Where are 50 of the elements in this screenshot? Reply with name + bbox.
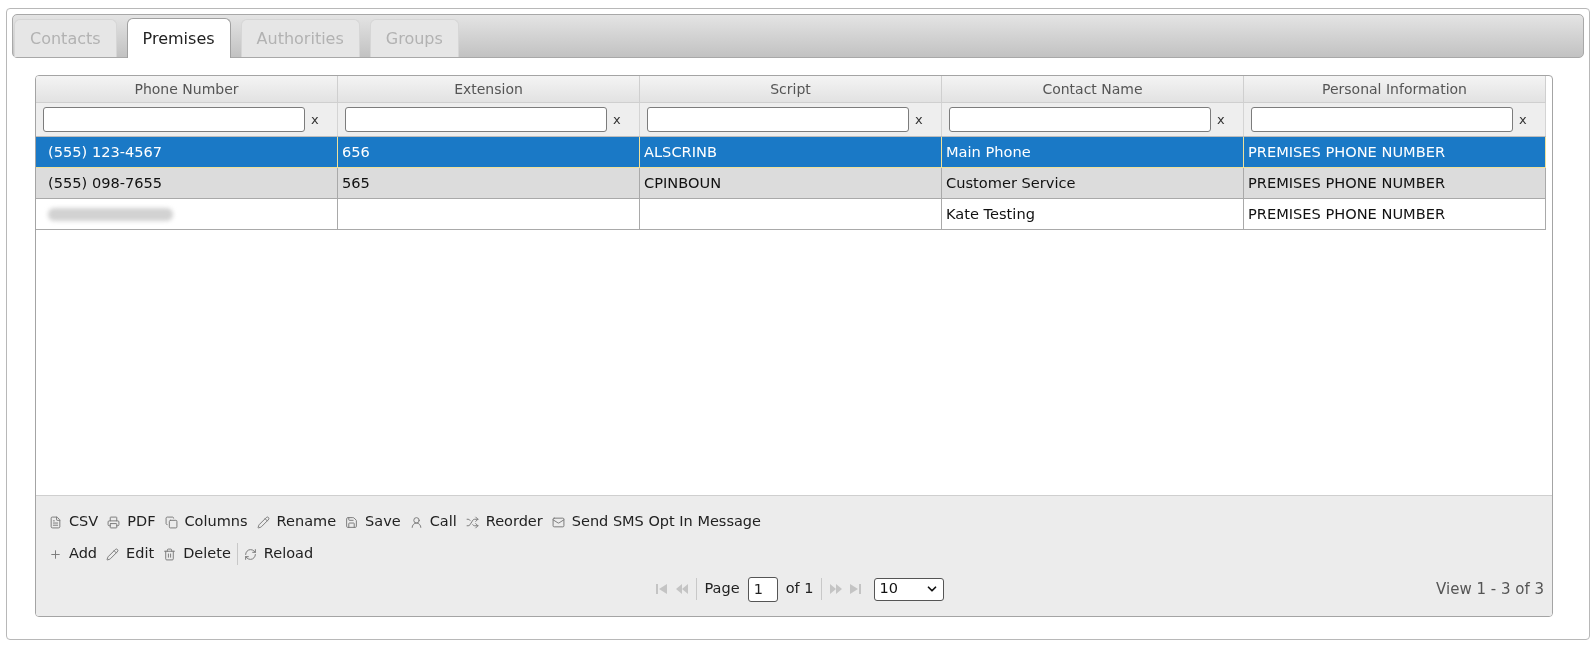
page-input[interactable]: 1 <box>747 576 778 602</box>
page-total-label: of 1 <box>785 579 814 599</box>
clear-filter-button[interactable]: x <box>1217 113 1225 126</box>
toolbar-button[interactable]: Delete <box>163 543 231 565</box>
filter-input[interactable] <box>345 107 607 132</box>
toolbar-button[interactable]: Call <box>409 511 457 533</box>
page-size-select[interactable]: 10 <box>874 577 945 601</box>
column-header[interactable]: Phone Number <box>36 76 338 102</box>
table-cell: PREMISES PHONE NUMBER <box>1244 199 1546 230</box>
toolbar-button[interactable]: Send SMS Opt In Message <box>551 511 761 533</box>
printer-icon <box>107 515 121 529</box>
toolbar-button[interactable]: Reorder <box>465 511 543 533</box>
toolbar-button[interactable]: Add <box>49 543 98 565</box>
pencil-icon <box>256 515 270 529</box>
table-row[interactable]: (555) 098-7655 565 CPINBOUN Customer Service PREMISES PHONE NUMBER <box>36 168 1546 199</box>
column-header[interactable]: Extension <box>338 76 640 102</box>
filter-input[interactable] <box>647 107 909 132</box>
table-row[interactable]: (555) 123-4567 656 ALSCRINB Main Phone PREMISES PHONE NUMBER <box>36 137 1546 168</box>
shuffle-icon <box>465 515 479 529</box>
copy-icon <box>164 515 178 529</box>
plus-icon <box>49 547 62 561</box>
record-count-text: View 1 - 3 of 3 <box>1436 578 1544 600</box>
mail-icon <box>551 515 565 529</box>
page-label: Page <box>704 579 740 599</box>
column-header[interactable]: Script <box>640 76 942 102</box>
document-icon <box>49 515 62 529</box>
toolbar-button[interactable]: Reload <box>243 543 314 565</box>
table-cell: Kate Testing <box>942 199 1244 230</box>
column-header[interactable]: Personal Information <box>1244 76 1546 102</box>
toolbar-button[interactable]: Save <box>345 511 401 533</box>
clear-filter-button[interactable]: x <box>1519 113 1527 126</box>
filter-input[interactable] <box>949 107 1211 132</box>
toolbar-button[interactable]: Rename <box>256 511 337 533</box>
clear-filter-button[interactable]: x <box>613 113 621 126</box>
refresh-icon <box>243 547 257 561</box>
user-icon <box>409 515 423 529</box>
table-row[interactable]: Kate Testing PREMISES PHONE NUMBER <box>36 199 1546 230</box>
filter-input[interactable] <box>1251 107 1513 132</box>
tab[interactable]: Premises <box>126 18 231 58</box>
filter-input[interactable] <box>43 107 305 132</box>
toolbar-button[interactable]: Columns <box>164 511 248 533</box>
toolbar-button[interactable]: CSV <box>49 511 99 533</box>
column-header[interactable]: Contact Name <box>942 76 1244 102</box>
clear-filter-button[interactable]: x <box>311 113 319 126</box>
toolbar-button[interactable]: PDF <box>107 511 156 533</box>
clear-filter-button[interactable]: x <box>915 113 923 126</box>
trash-icon <box>163 547 177 561</box>
toolbar-button[interactable]: Edit <box>106 543 155 565</box>
save-icon <box>345 515 359 529</box>
pencil-icon <box>106 547 120 561</box>
